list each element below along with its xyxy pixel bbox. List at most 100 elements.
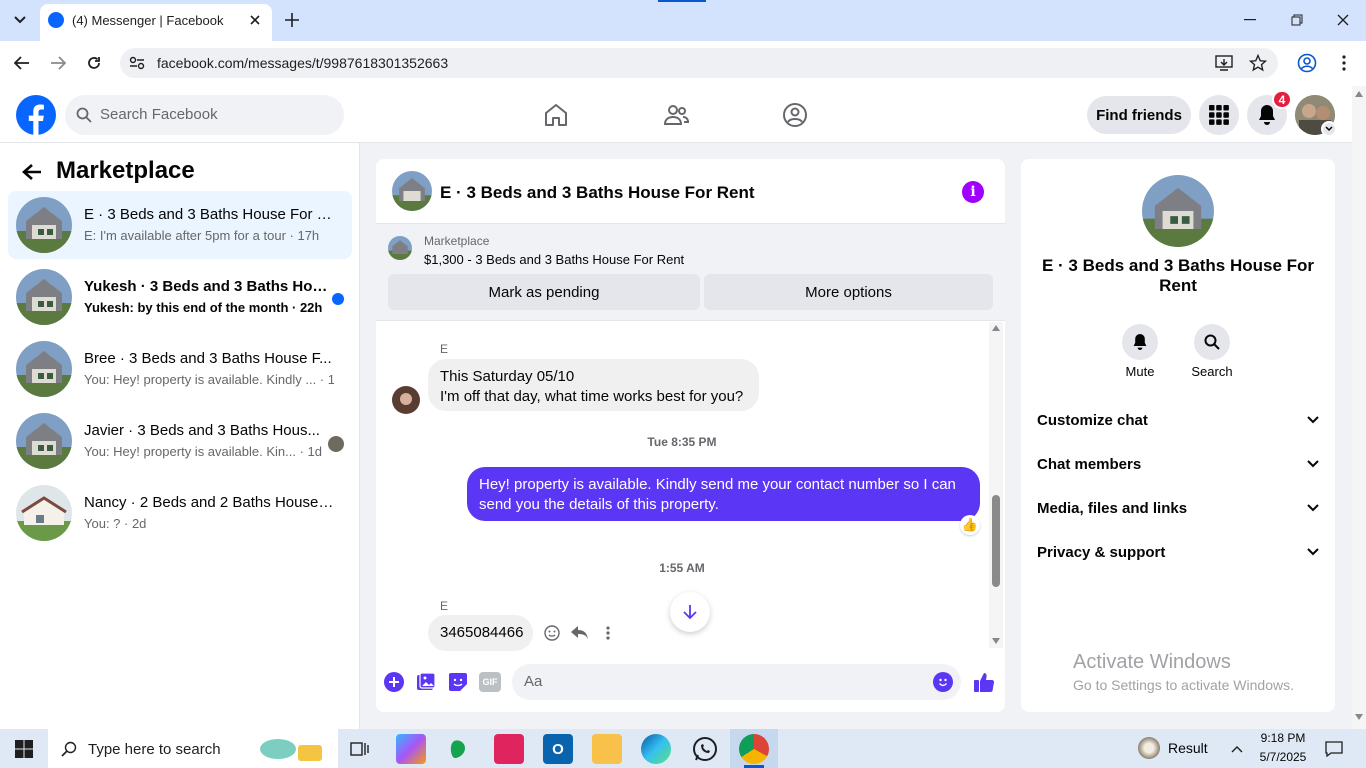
house-thumbnail: [16, 413, 72, 469]
photo-icon[interactable]: [416, 672, 436, 692]
facebook-logo-icon[interactable]: [16, 95, 56, 135]
groups-nav-icon[interactable]: [775, 96, 815, 134]
account-chevron-icon[interactable]: [1321, 121, 1337, 137]
mark-as-pending-button[interactable]: Mark as pending: [388, 274, 700, 310]
facebook-search-box[interactable]: Search Facebook: [65, 95, 344, 135]
chevron-down-icon: [1307, 548, 1319, 556]
browser-tab-active[interactable]: (4) Messenger | Facebook: [40, 4, 272, 41]
new-tab-icon[interactable]: [282, 10, 302, 30]
app-red-icon[interactable]: [494, 734, 524, 764]
scroll-to-bottom-button[interactable]: [670, 592, 710, 632]
back-icon[interactable]: [10, 51, 34, 75]
conversation-item[interactable]: Yukesh · 3 Beds and 3 Baths Hou... Yukes…: [8, 263, 352, 331]
message-input[interactable]: Aa: [512, 664, 961, 700]
house-thumbnail: [16, 341, 72, 397]
more-actions-icon[interactable]: [598, 623, 618, 643]
message-scrollbar[interactable]: [989, 322, 1003, 648]
url-text[interactable]: facebook.com/messages/t/9987618301352663: [157, 55, 448, 71]
chevron-down-icon: [1307, 504, 1319, 512]
install-app-icon[interactable]: [1214, 53, 1234, 73]
site-info-icon[interactable]: [128, 54, 146, 72]
conversation-item[interactable]: Javier · 3 Beds and 3 Baths Hous... You:…: [8, 407, 352, 475]
minimize-window-icon[interactable]: [1236, 8, 1264, 32]
facebook-favicon-icon: [48, 12, 64, 28]
conversation-item[interactable]: E · 3 Beds and 3 Baths House For R... E:…: [8, 191, 352, 259]
back-arrow-icon[interactable]: [20, 160, 44, 184]
scrollbar-thumb[interactable]: [992, 495, 1000, 587]
reply-icon[interactable]: [570, 623, 590, 643]
task-view-icon[interactable]: [348, 737, 372, 761]
home-nav-icon[interactable]: [536, 96, 576, 134]
info-icon[interactable]: i: [962, 181, 984, 203]
sender-name: E: [440, 342, 449, 356]
taskbar-search-box[interactable]: Type here to search: [48, 729, 338, 768]
seen-avatar: [328, 436, 344, 452]
omnibox[interactable]: facebook.com/messages/t/9987618301352663: [120, 48, 1278, 78]
like-reaction-icon[interactable]: 👍: [960, 515, 980, 535]
search-in-chat-button[interactable]: [1194, 324, 1230, 360]
conversation-item[interactable]: Bree · 3 Beds and 3 Baths House F... You…: [8, 335, 352, 403]
plus-icon[interactable]: [384, 672, 404, 692]
sticker-icon[interactable]: [448, 672, 468, 692]
chevron-up-icon[interactable]: [1227, 739, 1247, 759]
listing-title[interactable]: $1,300 - 3 Beds and 3 Baths House For Re…: [424, 252, 684, 267]
chrome-icon[interactable]: [739, 734, 769, 764]
message-line: This Saturday 05/10: [440, 368, 575, 385]
close-window-icon[interactable]: [1329, 8, 1357, 32]
find-friends-button[interactable]: Find friends: [1087, 96, 1191, 134]
file-explorer-icon[interactable]: [592, 734, 622, 764]
taskbar-date[interactable]: 5/7/2025: [1256, 750, 1310, 764]
taskbar-search-placeholder: Type here to search: [88, 741, 221, 758]
scroll-up-arrow-icon[interactable]: [992, 325, 1000, 331]
taskbar-time[interactable]: 9:18 PM: [1256, 731, 1310, 745]
chat-header-title[interactable]: E · 3 Beds and 3 Baths House For Rent: [440, 183, 755, 203]
copilot-icon[interactable]: [396, 734, 426, 764]
gif-icon[interactable]: GIF: [479, 672, 501, 692]
page-scrollbar[interactable]: [1352, 86, 1366, 729]
browser-menu-icon[interactable]: [1332, 51, 1356, 75]
tab-title: (4) Messenger | Facebook: [72, 13, 224, 28]
widget-result-label[interactable]: Result: [1168, 740, 1208, 756]
tab-close-icon[interactable]: [246, 11, 264, 29]
scroll-up-arrow-icon[interactable]: [1355, 91, 1363, 97]
scroll-down-arrow-icon[interactable]: [992, 638, 1000, 644]
incoming-message[interactable]: This Saturday 05/10 I'm off that day, wh…: [428, 359, 759, 411]
conversation-title: Javier · 3 Beds and 3 Baths Hous...: [84, 422, 320, 439]
soccer-ball-icon[interactable]: [1138, 737, 1160, 759]
notification-center-icon[interactable]: [1322, 737, 1346, 761]
thumbs-up-send-icon[interactable]: [972, 670, 996, 694]
more-options-button[interactable]: More options: [704, 274, 993, 310]
mute-button[interactable]: [1122, 324, 1158, 360]
search-icon: [76, 107, 92, 123]
emoji-icon[interactable]: [933, 672, 953, 692]
app-green-icon[interactable]: [444, 734, 474, 764]
outlook-icon[interactable]: O: [543, 734, 573, 764]
media-files-links-section[interactable]: Media, files and links: [1037, 492, 1319, 524]
restore-window-icon[interactable]: [1283, 8, 1311, 32]
menu-grid-button[interactable]: [1199, 95, 1239, 135]
privacy-support-section[interactable]: Privacy & support: [1037, 536, 1319, 568]
customize-chat-section[interactable]: Customize chat: [1037, 404, 1319, 436]
chat-header-avatar[interactable]: [392, 171, 432, 211]
react-smiley-icon[interactable]: [542, 623, 562, 643]
conversation-preview: You: Hey! property is available. Kindly …: [84, 372, 334, 387]
edge-icon[interactable]: [641, 734, 671, 764]
sender-name: E: [440, 599, 449, 613]
friends-nav-icon[interactable]: [656, 96, 696, 134]
marketplace-title: Marketplace: [56, 157, 195, 184]
marketplace-conversation-list: Marketplace E · 3 Beds and 3 Baths House…: [0, 143, 360, 729]
conversation-item[interactable]: Nancy · 2 Beds and 2 Baths House ... You…: [8, 479, 352, 547]
outgoing-message[interactable]: Hey! property is available. Kindly send …: [467, 467, 980, 521]
chat-members-section[interactable]: Chat members: [1037, 448, 1319, 480]
info-avatar[interactable]: [1142, 175, 1214, 247]
scroll-down-arrow-icon[interactable]: [1355, 714, 1363, 720]
bookmark-star-icon[interactable]: [1248, 53, 1268, 73]
sender-avatar[interactable]: [392, 386, 420, 414]
tab-search-chevron-icon[interactable]: [8, 8, 32, 32]
windows-start-icon[interactable]: [12, 737, 36, 761]
whatsapp-icon[interactable]: [690, 734, 720, 764]
forward-icon[interactable]: [46, 51, 70, 75]
profile-icon[interactable]: [1295, 51, 1319, 75]
incoming-message[interactable]: 3465084466: [428, 615, 533, 651]
reload-icon[interactable]: [82, 51, 106, 75]
